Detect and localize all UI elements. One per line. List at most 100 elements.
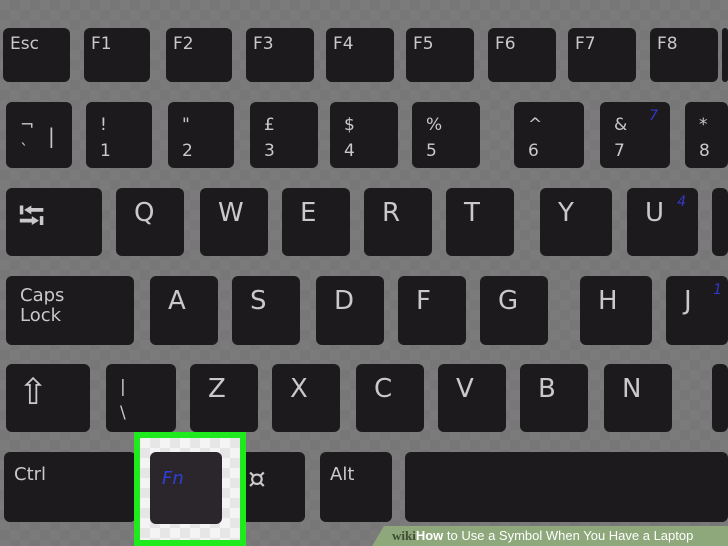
key-label: ¬ ` bbox=[20, 115, 35, 161]
key-label: D bbox=[334, 286, 355, 316]
key-caps[interactable]: Caps Lock bbox=[6, 276, 134, 345]
key-z[interactable]: Z bbox=[190, 364, 258, 432]
key-f2[interactable]: F2 bbox=[166, 28, 232, 82]
key-label: F2 bbox=[173, 34, 194, 54]
key-label: Alt bbox=[330, 464, 355, 485]
key-label: F8 bbox=[657, 34, 678, 54]
key-symbol[interactable]: ⭾ bbox=[6, 188, 102, 256]
key-v[interactable]: V bbox=[438, 364, 506, 432]
key-j[interactable]: J1 bbox=[666, 276, 728, 345]
key-symbol[interactable]: ¤ bbox=[236, 452, 305, 522]
article-title: to Use a Symbol When You Have a Laptop bbox=[443, 528, 694, 543]
key-c[interactable]: C bbox=[356, 364, 424, 432]
wiki-logo-text: wiki bbox=[392, 528, 416, 543]
key-label: E bbox=[300, 198, 317, 228]
key-symbol[interactable]: $ 4 bbox=[330, 102, 398, 168]
key-label: W bbox=[218, 198, 244, 228]
key-label: G bbox=[498, 286, 519, 316]
key-symbol[interactable]: ! 1 bbox=[86, 102, 152, 168]
key-f5[interactable]: F5 bbox=[406, 28, 474, 82]
key-partial[interactable] bbox=[722, 28, 728, 82]
key-esc[interactable]: Esc bbox=[3, 28, 70, 82]
key-label: Caps Lock bbox=[20, 285, 65, 326]
key-side-label: | bbox=[48, 124, 55, 148]
key-label: F1 bbox=[91, 34, 112, 54]
key-symbol[interactable]: | \ bbox=[106, 364, 176, 432]
tab-icon: ⭾ bbox=[18, 196, 46, 237]
key-partial[interactable] bbox=[712, 188, 728, 256]
key-label: £ 3 bbox=[264, 115, 275, 161]
key-space[interactable] bbox=[405, 452, 728, 522]
key-a[interactable]: A bbox=[150, 276, 218, 345]
key-label: T bbox=[464, 198, 480, 228]
numpad-alt-label: 1 bbox=[713, 282, 722, 298]
key-alt[interactable]: Alt bbox=[320, 452, 392, 522]
fn-key-highlight: Fn bbox=[134, 432, 246, 546]
key-label: H bbox=[598, 286, 618, 316]
key-label: | \ bbox=[120, 377, 126, 423]
key-label: Y bbox=[558, 198, 574, 228]
key-label: F4 bbox=[333, 34, 354, 54]
key-label: F7 bbox=[575, 34, 596, 54]
key-label: % 5 bbox=[426, 115, 443, 161]
key-u[interactable]: U4 bbox=[627, 188, 698, 256]
key-q[interactable]: Q bbox=[116, 188, 184, 256]
key-label: F bbox=[416, 286, 431, 316]
key-symbol[interactable]: " 2 bbox=[168, 102, 234, 168]
key-x[interactable]: X bbox=[272, 364, 340, 432]
key-f[interactable]: F bbox=[398, 276, 466, 345]
wikihow-banner: wikiHow to Use a Symbol When You Have a … bbox=[372, 526, 728, 546]
key-r[interactable]: R bbox=[364, 188, 432, 256]
key-s[interactable]: S bbox=[232, 276, 300, 345]
key-label: $ 4 bbox=[344, 115, 355, 161]
key-symbol[interactable]: * 8 bbox=[685, 102, 728, 168]
key-label: Q bbox=[134, 198, 155, 228]
key-f3[interactable]: F3 bbox=[246, 28, 314, 82]
key-label: Z bbox=[208, 374, 226, 404]
key-e[interactable]: E bbox=[282, 188, 350, 256]
key-label: F5 bbox=[413, 34, 434, 54]
key-label: Esc bbox=[10, 34, 39, 54]
key-symbol[interactable]: ^ 6 bbox=[514, 102, 584, 168]
windows-key-icon: ¤ bbox=[248, 462, 266, 495]
key-g[interactable]: G bbox=[480, 276, 548, 345]
key-f1[interactable]: F1 bbox=[84, 28, 150, 82]
numpad-alt-label: 4 bbox=[677, 194, 686, 210]
key-y[interactable]: Y bbox=[540, 188, 612, 256]
key-label: ! 1 bbox=[100, 115, 111, 161]
how-logo-text: How bbox=[415, 528, 444, 543]
key-b[interactable]: B bbox=[520, 364, 588, 432]
fn-key[interactable]: Fn bbox=[150, 452, 222, 524]
key-f6[interactable]: F6 bbox=[488, 28, 556, 82]
key-symbol[interactable]: ⇧ bbox=[6, 364, 90, 432]
key-h[interactable]: H bbox=[580, 276, 652, 345]
key-w[interactable]: W bbox=[200, 188, 268, 256]
key-label: Ctrl bbox=[14, 464, 47, 485]
shift-icon: ⇧ bbox=[18, 372, 49, 413]
key-label: R bbox=[382, 198, 401, 228]
key-label: J bbox=[684, 286, 692, 316]
key-label: S bbox=[250, 286, 267, 316]
key-f8[interactable]: F8 bbox=[650, 28, 718, 82]
fn-key-label: Fn bbox=[162, 468, 184, 489]
key-partial[interactable] bbox=[712, 364, 728, 432]
key-label: " 2 bbox=[182, 115, 193, 161]
key-symbol[interactable]: & 7 7 bbox=[600, 102, 670, 168]
key-d[interactable]: D bbox=[316, 276, 384, 345]
key-f4[interactable]: F4 bbox=[326, 28, 394, 82]
key-f7[interactable]: F7 bbox=[568, 28, 636, 82]
key-label: U bbox=[645, 198, 665, 228]
key-n[interactable]: N bbox=[604, 364, 672, 432]
key-label: F6 bbox=[495, 34, 516, 54]
key-label: F3 bbox=[253, 34, 274, 54]
key-t[interactable]: T bbox=[446, 188, 514, 256]
key-label: V bbox=[456, 374, 474, 404]
key-label: & 7 bbox=[614, 115, 628, 161]
key-symbol[interactable]: ¬ ` | bbox=[6, 102, 72, 168]
key-symbol[interactable]: % 5 bbox=[412, 102, 480, 168]
key-label: B bbox=[538, 374, 556, 404]
key-ctrl[interactable]: Ctrl bbox=[4, 452, 136, 522]
key-label: A bbox=[168, 286, 186, 316]
key-label: C bbox=[374, 374, 393, 404]
key-symbol[interactable]: £ 3 bbox=[250, 102, 318, 168]
